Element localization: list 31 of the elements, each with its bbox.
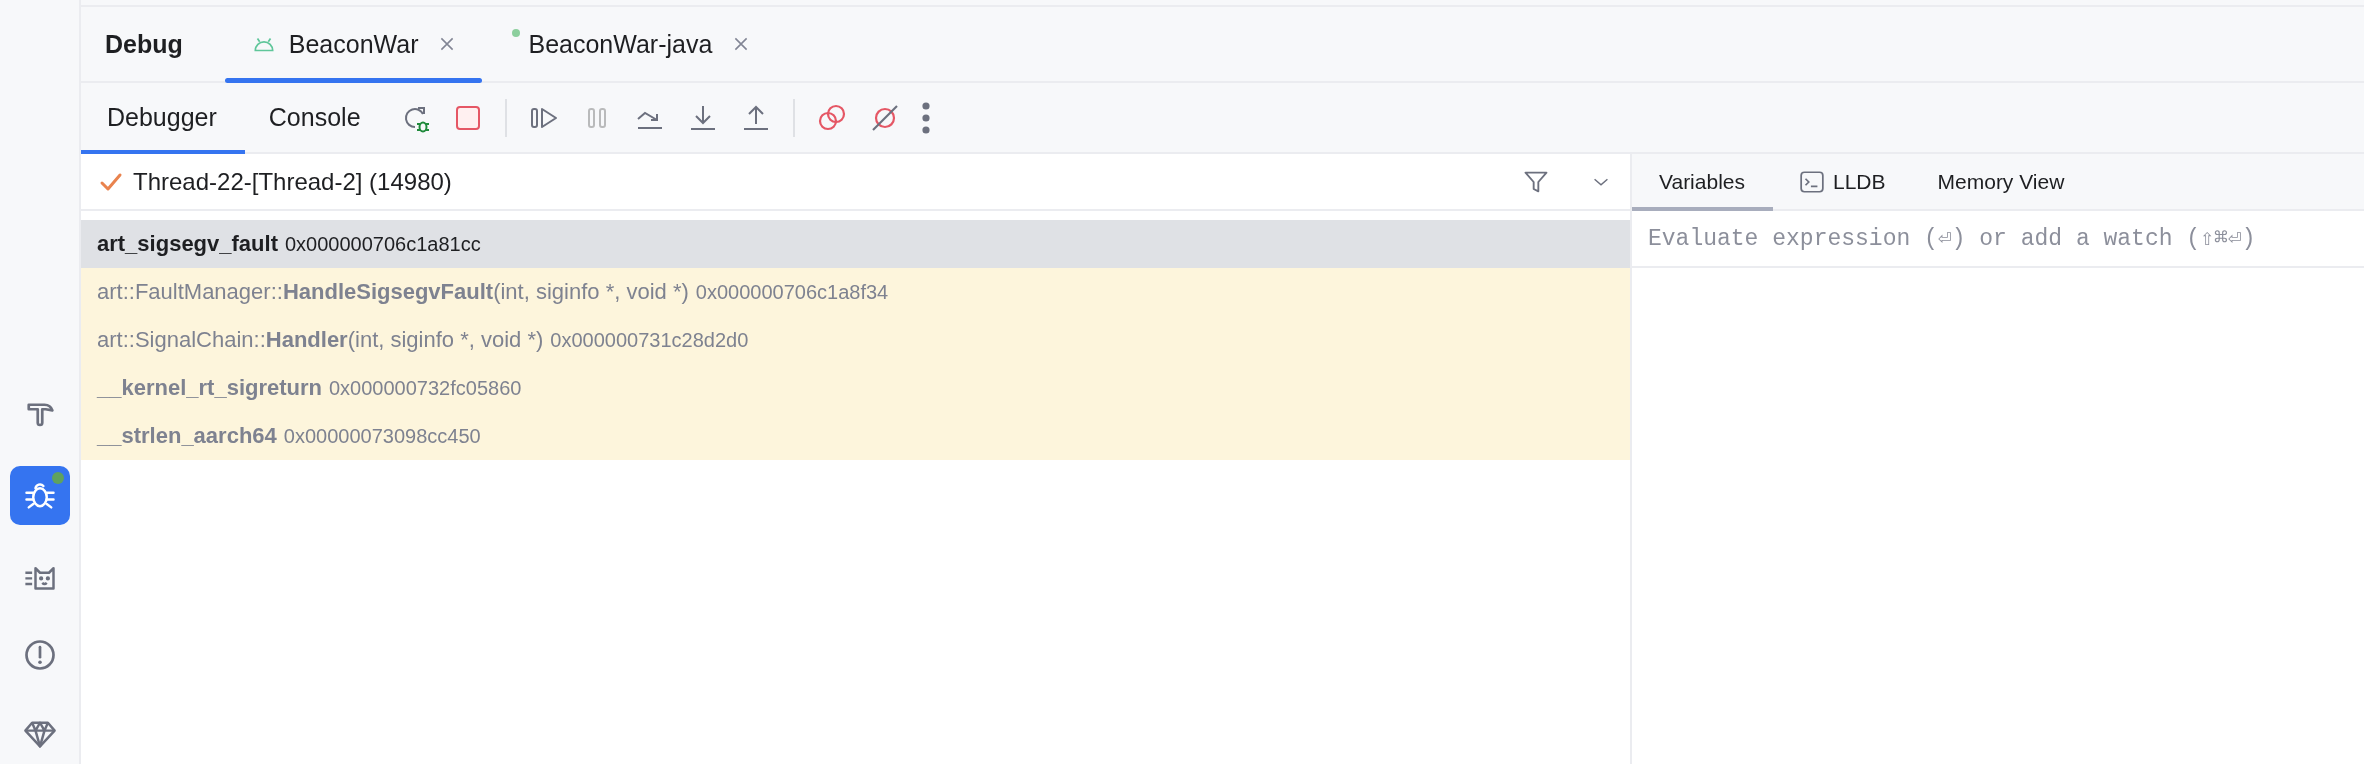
view-tab[interactable]: Console xyxy=(244,83,385,152)
more-icon xyxy=(921,101,930,134)
function-name: art_sigsegv_fault xyxy=(97,231,278,257)
stack-frame[interactable]: art_sigsegv_fault 0x000000706c1a81cc xyxy=(81,220,1630,268)
stack-frame[interactable]: __strlen_aarch64 0x00000073098cc450 xyxy=(81,412,1630,460)
function-name: __kernel_rt_sigreturn xyxy=(97,375,322,401)
detail-tab[interactable]: Memory View xyxy=(1911,154,2091,209)
frame-address: 0x000000706c1a8f34 xyxy=(695,280,889,304)
terminal-icon xyxy=(1799,168,1825,195)
stack-frame[interactable]: art::SignalChain::Handler(int, siginfo *, void *) 0x000000731c28d2d0 xyxy=(81,316,1630,364)
thread-selector[interactable]: Thread-22-[Thread-2] (14980) xyxy=(81,154,1630,211)
function-name: __strlen_aarch64 xyxy=(97,423,277,449)
detail-tab[interactable]: LLDB xyxy=(1773,154,1912,209)
frame-address: 0x000000706c1a81cc xyxy=(284,232,481,256)
tool-window-button[interactable] xyxy=(9,465,70,526)
panel-title: Debug xyxy=(105,29,183,59)
stack-frame[interactable]: __kernel_rt_sigreturn 0x000000732fc05860 xyxy=(81,364,1630,412)
frame-address: 0x000000732fc05860 xyxy=(329,376,522,400)
view-tab[interactable]: Debugger xyxy=(81,83,245,152)
session-tab[interactable]: BeaconWar xyxy=(224,7,483,81)
status-dot xyxy=(512,29,521,37)
stack-frame[interactable]: art::FaultManager::HandleSigsegvFault(int, siginfo *, void *) 0x000000706c1a8f34 xyxy=(81,268,1630,316)
tab-label: BeaconWar xyxy=(288,29,419,59)
function-name: art::SignalChain::Handler(int, siginfo *, void *) xyxy=(97,327,544,353)
detail-tab[interactable]: Variables xyxy=(1632,154,1773,209)
frame-address: 0x00000073098cc450 xyxy=(283,424,481,448)
frame-address: 0x000000731c28d2d0 xyxy=(550,328,749,352)
session-tab[interactable]: BeaconWar-java xyxy=(486,7,777,81)
tab-label: BeaconWar-java xyxy=(528,29,713,59)
more-button[interactable] xyxy=(921,101,930,134)
function-name: art::FaultManager::HandleSigsegvFault(int, siginfo *, void *) xyxy=(97,279,689,305)
